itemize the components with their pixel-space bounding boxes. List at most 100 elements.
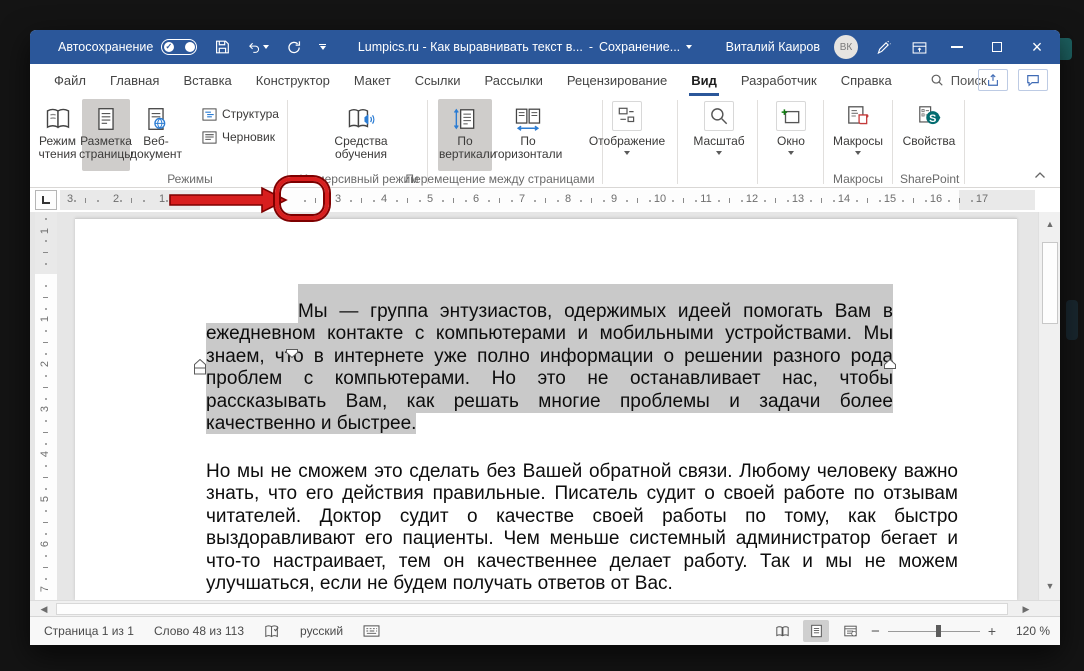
paragraph-selected[interactable]: Мы — группа энтузиастов, одержимых идеей… [206, 301, 893, 435]
proofing-icon[interactable] [264, 624, 280, 639]
ruler-number: 5 [39, 492, 53, 506]
saving-status-caret-icon[interactable] [686, 45, 692, 49]
zoom-in-button[interactable]: + [988, 623, 996, 639]
read-mode-button[interactable]: Режим чтения [34, 99, 81, 171]
zoom-level[interactable]: 120 % [1004, 624, 1050, 638]
window-title: Lumpics.ru - Как выравнивать текст в... … [340, 40, 710, 54]
scroll-up-button[interactable]: ▲ [1042, 216, 1058, 232]
zoom-out-button[interactable]: − [871, 623, 880, 640]
input-indicator-icon[interactable] [363, 624, 380, 638]
page-count[interactable]: Страница 1 из 1 [44, 624, 134, 638]
autosave-label: Автосохранение [58, 40, 153, 54]
properties-button[interactable]: S Свойства [900, 99, 958, 171]
ruler-tick [43, 522, 48, 523]
display-caret-icon [624, 151, 630, 155]
window-dropdown-button[interactable]: Окно [764, 99, 818, 171]
undo-dropdown-caret[interactable] [263, 45, 269, 49]
ruler-tick [867, 198, 868, 203]
collapse-ribbon-button[interactable] [1034, 168, 1046, 182]
ruler-tick [534, 200, 536, 202]
minimize-icon [951, 46, 963, 48]
print-layout-button[interactable]: Разметка страницы [82, 99, 130, 171]
outline-view-button[interactable]: Структура [202, 104, 279, 124]
minimize-button[interactable] [944, 34, 970, 60]
word-count[interactable]: Слово 48 из 113 [154, 624, 244, 638]
ruler-tick [718, 200, 720, 202]
right-indent-marker[interactable] [884, 359, 896, 369]
first-line-indent-marker[interactable] [286, 349, 298, 358]
qat-caret-icon [320, 46, 326, 50]
tab-layout[interactable]: Макет [342, 64, 403, 96]
group-divider [757, 100, 758, 184]
vertical-scrollbar[interactable]: ▲ ▼ [1038, 212, 1060, 600]
zoom-slider-thumb[interactable] [936, 625, 941, 637]
group-divider [964, 100, 965, 184]
ruler-tick [45, 555, 47, 557]
ruler-tick [45, 353, 47, 355]
draft-view-button[interactable]: Черновик [202, 127, 275, 147]
paragraph[interactable]: Но мы не сможем это сделать без Вашей об… [206, 461, 958, 595]
document-line: ежедневном контакте с компьютерами и моб… [206, 323, 893, 345]
ruler-tick [591, 198, 592, 203]
tab-design[interactable]: Конструктор [244, 64, 342, 96]
zoom-slider[interactable] [888, 624, 980, 638]
comments-button[interactable] [1018, 69, 1048, 91]
maximize-button[interactable] [984, 34, 1010, 60]
ruler-number: 3 [39, 402, 53, 416]
word-window: Автосохранение ✓ [30, 30, 1060, 645]
outline-icon [202, 107, 217, 122]
web-layout-button[interactable]: Веб-документ [131, 99, 181, 171]
horizontal-movement-button[interactable]: По горизонтали [493, 99, 563, 171]
tab-stop-selector[interactable] [35, 190, 57, 210]
tab-help[interactable]: Справка [829, 64, 904, 96]
ribbon-display-options-button[interactable] [908, 36, 930, 58]
ruler-number: 14 [836, 193, 852, 205]
ruler-number: 17 [974, 193, 990, 205]
save-button[interactable] [211, 36, 233, 58]
autosave-toggle[interactable]: ✓ [161, 39, 197, 55]
display-dropdown-button[interactable]: Отображение [582, 99, 672, 171]
user-name[interactable]: Виталий Каиров [726, 40, 820, 54]
learning-tools-button[interactable]: Средства обучения [326, 99, 396, 171]
tab-home[interactable]: Главная [98, 64, 171, 96]
language-indicator[interactable]: русский [300, 624, 343, 638]
autosave-control[interactable]: Автосохранение ✓ [58, 39, 197, 55]
vertical-ruler[interactable]: 11234567 [35, 212, 57, 600]
tab-developer[interactable]: Разработчик [729, 64, 829, 96]
tab-stop-icon [42, 196, 50, 204]
horizontal-scrollbar[interactable]: ◀ ▶ [30, 600, 1060, 616]
tab-review[interactable]: Рецензирование [555, 64, 679, 96]
quick-access-toolbar-menu-button[interactable] [319, 44, 326, 51]
horizontal-scrollbar-thumb[interactable] [56, 603, 1008, 615]
saving-status[interactable]: Сохранение... [599, 40, 680, 54]
vertical-movement-button[interactable]: По вертикали [438, 99, 492, 171]
scroll-down-button[interactable]: ▼ [1042, 578, 1058, 594]
tab-insert[interactable]: Вставка [171, 64, 243, 96]
scroll-left-button[interactable]: ◀ [34, 602, 54, 616]
tab-mailings[interactable]: Рассылки [472, 64, 554, 96]
macros-button[interactable]: Макросы [830, 99, 886, 171]
read-mode-view-button[interactable] [769, 620, 795, 642]
print-layout-label: Разметка страницы [79, 135, 133, 161]
redo-button[interactable] [283, 36, 305, 58]
tab-file[interactable]: Файл [42, 64, 98, 96]
ink-pen-button[interactable] [872, 36, 894, 58]
avatar[interactable]: ВК [834, 35, 858, 59]
share-button[interactable] [978, 69, 1008, 91]
ruler-tick [143, 200, 145, 202]
tab-references[interactable]: Ссылки [403, 64, 473, 96]
web-layout-view-button[interactable] [837, 620, 863, 642]
tab-view[interactable]: Вид [679, 64, 729, 96]
close-button[interactable]: × [1024, 34, 1050, 60]
document-page[interactable]: Мы — группа энтузиастов, одержимых идеей… [75, 218, 1017, 600]
ruler-tick [637, 198, 638, 203]
print-layout-view-button[interactable] [803, 620, 829, 642]
ruler-tick [741, 200, 743, 202]
macros-icon [845, 103, 871, 129]
vertical-scrollbar-thumb[interactable] [1042, 242, 1058, 324]
hanging-indent-marker[interactable] [194, 359, 206, 375]
scroll-right-button[interactable]: ▶ [1016, 602, 1036, 616]
learning-tools-icon [346, 105, 376, 133]
undo-button[interactable] [247, 36, 269, 58]
zoom-dropdown-button[interactable]: Масштаб [686, 99, 752, 171]
